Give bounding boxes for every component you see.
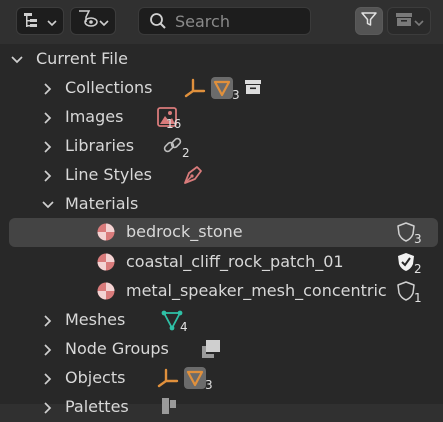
tree-row-images[interactable]: Images 16: [0, 103, 443, 132]
tree-row-line-styles[interactable]: Line Styles: [0, 161, 443, 190]
tree-row-material-coastal-cliff[interactable]: coastal_cliff_rock_patch_01 2: [0, 248, 443, 277]
node-tree-icon: [200, 338, 222, 364]
chevron-right-icon[interactable]: [41, 342, 55, 356]
tree-row-libraries[interactable]: Libraries 2: [0, 132, 443, 161]
tree-label-material: metal_speaker_mesh_concentric: [126, 281, 387, 300]
tree-label-line-styles: Line Styles: [65, 165, 152, 184]
funnel-filter-icon: [360, 10, 378, 32]
chevron-right-icon[interactable]: [41, 400, 55, 414]
palette-icon: [160, 396, 180, 420]
tree-label-collections: Collections: [65, 78, 153, 97]
tree-label-material: bedrock_stone: [126, 222, 243, 241]
empty-object-icon: [184, 78, 206, 102]
material-sphere-icon: [96, 222, 116, 246]
tree-row-node-groups[interactable]: Node Groups: [0, 335, 443, 364]
libraries-count: 2: [182, 146, 190, 160]
outliner-tree: Current File Collections 3 Images 16 Lib…: [0, 44, 443, 416]
collection-box-icon: [394, 10, 414, 32]
chevron-right-icon[interactable]: [41, 81, 55, 95]
search-icon: [149, 12, 167, 30]
tree-label-images: Images: [65, 107, 124, 126]
chevron-down-icon[interactable]: [10, 52, 24, 66]
tree-row-collections[interactable]: Collections 3: [0, 74, 443, 103]
tree-row-materials[interactable]: Materials: [0, 190, 443, 219]
fake-user-shield-icon[interactable]: [396, 280, 416, 306]
tree-label-palettes: Palettes: [65, 397, 129, 416]
images-count: 16: [166, 117, 182, 131]
tree-label-material: coastal_cliff_rock_patch_01: [126, 252, 344, 271]
material-sphere-icon: [96, 252, 116, 276]
filter-button[interactable]: [355, 7, 383, 35]
tree-label-node-groups: Node Groups: [65, 339, 169, 358]
tree-label-current-file: Current File: [36, 49, 128, 68]
empty-object-icon: [157, 368, 179, 392]
chevron-right-icon[interactable]: [41, 139, 55, 153]
objects-count: 3: [205, 378, 213, 392]
material-sphere-icon: [96, 281, 116, 305]
chevron-right-icon[interactable]: [41, 168, 55, 182]
tree-row-current-file[interactable]: Current File: [0, 45, 443, 74]
collection-box-icon: [243, 78, 263, 100]
tree-label-objects: Objects: [65, 368, 126, 387]
tree-row-objects[interactable]: Objects 3: [0, 364, 443, 393]
chevron-right-icon[interactable]: [41, 371, 55, 385]
search-field[interactable]: [138, 7, 311, 35]
tree-label-libraries: Libraries: [65, 136, 135, 155]
link-icon: [162, 135, 184, 161]
mesh-object-icon: [183, 366, 207, 394]
tree-label-materials: Materials: [65, 194, 139, 213]
chevron-down-icon[interactable]: [41, 197, 55, 211]
outliner-header: [0, 0, 443, 42]
chevron-down-icon: [47, 12, 57, 31]
chevron-right-icon[interactable]: [41, 313, 55, 327]
chevron-right-icon[interactable]: [41, 110, 55, 124]
fake-user-shield-icon[interactable]: [396, 221, 416, 247]
tree-row-palettes[interactable]: Palettes: [0, 393, 443, 422]
outliner-display-mode-icon: [23, 12, 45, 30]
search-input[interactable]: [175, 11, 305, 31]
display-mode-dropdown[interactable]: [16, 7, 64, 35]
tree-row-material-bedrock-stone[interactable]: bedrock_stone 3: [9, 218, 438, 247]
material-user-count: 1: [414, 291, 422, 305]
tree-row-meshes[interactable]: Meshes 4: [0, 306, 443, 335]
pen-nib-icon: [182, 164, 204, 190]
material-user-count: 2: [414, 262, 422, 276]
mesh-object-icon: [210, 76, 234, 104]
chevron-down-icon: [99, 12, 109, 31]
view-options-dropdown[interactable]: [70, 7, 116, 35]
new-collection-dropdown[interactable]: [387, 7, 431, 35]
tree-row-material-metal-speaker[interactable]: metal_speaker_mesh_concentric 1: [0, 277, 443, 306]
fake-user-shield-checked-icon[interactable]: [396, 251, 416, 277]
collections-count: 3: [232, 88, 240, 102]
chevron-down-icon: [414, 12, 424, 31]
meshes-count: 4: [180, 320, 188, 334]
material-user-count: 3: [414, 232, 422, 246]
view-filter-eye-icon: [77, 9, 99, 33]
tree-label-meshes: Meshes: [65, 310, 126, 329]
